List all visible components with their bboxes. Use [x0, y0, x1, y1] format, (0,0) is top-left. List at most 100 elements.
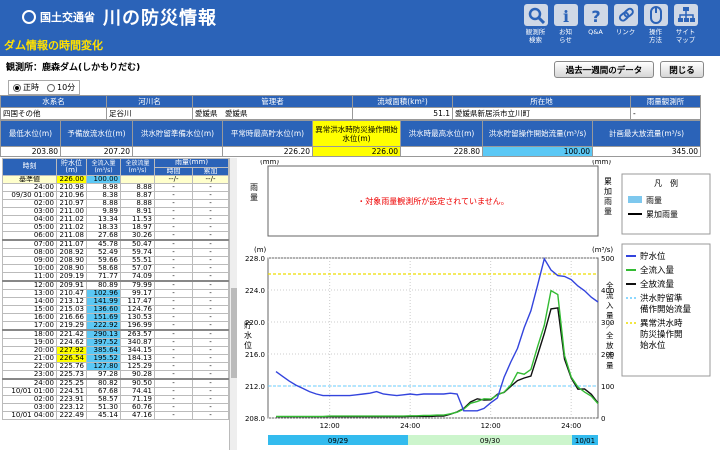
table-cell: 05:00	[2, 223, 57, 232]
table-cell: 80.82	[86, 378, 121, 388]
table-cell: 208.90	[56, 256, 87, 265]
table-cell: -	[191, 338, 230, 347]
nav-item-question[interactable]: ? Q&A	[583, 4, 608, 44]
info1-values-1: 足谷川	[106, 107, 193, 120]
radio-10min[interactable]: 10分	[47, 82, 75, 93]
table-cell: 11:00	[2, 272, 57, 282]
ytick-right: 0	[601, 415, 605, 423]
close-button[interactable]: 閉じる	[660, 61, 704, 78]
unit-left: (m)	[254, 246, 267, 254]
rain-unit-right: (mm)	[592, 160, 611, 166]
base-cell: 基準値	[2, 175, 57, 184]
table-cell: 225.73	[56, 370, 87, 380]
table-cell: -	[191, 199, 230, 208]
nav-item-sitemap[interactable]: サイト マップ	[673, 4, 698, 44]
brand[interactable]: 国土交通省 川の防災情報	[22, 4, 217, 30]
dam-chart: (mm) (mm)雨量累加雨量・対象雨量観測所が設定されていません。凡 例雨量累加…	[244, 158, 711, 445]
table-cell: -	[154, 313, 193, 322]
table-cell: -	[191, 256, 230, 265]
table-cell: -	[154, 264, 193, 273]
info1-headers-5: 雨量観測所	[630, 95, 701, 108]
legend-level: 貯水位	[640, 251, 666, 262]
nav-label: サイト マップ	[675, 28, 696, 44]
nav-item-mouse[interactable]: 操作 方法	[643, 4, 668, 44]
past-week-button[interactable]: 過去一週間のデータ	[554, 61, 654, 78]
table-cell: 8.88	[86, 199, 121, 208]
table-cell: 13.34	[86, 215, 121, 224]
table-cell: 15:00	[2, 305, 57, 314]
table-scrollbar[interactable]	[229, 158, 237, 450]
legend-abnormal: 異常洪水時	[640, 318, 683, 329]
col-time: 時刻	[2, 158, 57, 176]
table-row: 24:00 225.25 80.82 90.50- -	[2, 378, 230, 388]
table-cell: 219.29	[56, 321, 87, 331]
table-cell: -	[154, 231, 193, 241]
table-cell: -	[191, 354, 230, 363]
hourly-data-table: 時刻 貯水位 (m) 全流入量 (m³/s) 全放流量 (m³/s) 雨量(mm…	[2, 158, 230, 420]
info1-values-5: -	[630, 107, 701, 120]
scroll-thumb[interactable]	[231, 288, 237, 378]
table-cell: -	[154, 395, 193, 404]
chart-area: (mm) (mm) 雨量累加雨量・対象雨量観測所が設定されていません。凡 例雨量 累加…	[242, 158, 712, 456]
table-cell: 9.89	[86, 207, 121, 216]
table-cell: 45.78	[86, 239, 121, 249]
table-cell: 213.12	[56, 297, 87, 306]
table-cell: 79.99	[120, 280, 155, 290]
table-cell: -	[191, 387, 230, 396]
table-cell: 211.07	[56, 239, 87, 249]
nav-item-link[interactable]: リンク	[613, 4, 638, 44]
table-cell: 209.91	[56, 280, 87, 290]
table-cell: 74.41	[120, 387, 155, 396]
info1-values-3: 51.1	[352, 107, 453, 120]
nav-item-info[interactable]: i お知 らせ	[553, 4, 578, 44]
nav-item-search[interactable]: 観測所 検索	[523, 4, 548, 44]
radio-10min-icon	[47, 83, 55, 92]
ytick-right: 500	[601, 255, 614, 263]
table-cell: -	[154, 346, 193, 355]
table-cell: 290.13	[86, 329, 121, 339]
ytick-right: 300	[601, 319, 614, 327]
table-cell: 210.98	[56, 183, 87, 192]
table-cell: 130.53	[120, 313, 155, 322]
info1-headers-2: 管理者	[192, 95, 353, 108]
dam-spec-table: 最低水位(m) 予備放流水位(m) 洪水貯留準備水位(m) 平常時最高貯水位(m) 異常…	[0, 120, 701, 157]
table-cell: 195.52	[86, 354, 121, 363]
base-cell: 226.00	[56, 175, 87, 184]
table-cell: 210.96	[56, 191, 87, 200]
table-cell: -	[191, 346, 230, 355]
table-cell: -	[154, 191, 193, 200]
date-band-label: 09/30	[480, 437, 500, 445]
info2-values-0: 203.80	[0, 146, 61, 157]
rain-label-right: 雨	[604, 197, 612, 206]
table-cell: 60.76	[120, 403, 155, 412]
ytick-left: 224.0	[245, 287, 265, 295]
table-row: 08:00 208.92 52.49 59.74- -	[2, 248, 230, 257]
info2-headers-0: 最低水位(m)	[0, 120, 61, 147]
table-cell: 74.09	[120, 272, 155, 282]
base-cell: --/-	[191, 175, 230, 184]
table-cell: 216.66	[56, 313, 87, 322]
table-cell: 127.80	[86, 362, 121, 371]
table-row: 18:00 221.42 290.13 263.57- -	[2, 329, 230, 339]
table-cell: -	[191, 395, 230, 404]
table-cell: 03:00	[2, 207, 57, 216]
base-cell	[120, 175, 155, 184]
table-cell: 124.76	[120, 305, 155, 314]
table-cell: 211.00	[56, 207, 87, 216]
table-cell: 47.16	[120, 411, 155, 420]
ytick-right: 400	[601, 287, 614, 295]
table-cell: 80.89	[86, 280, 121, 290]
table-cell: 59.66	[86, 256, 121, 265]
table-cell: -	[191, 272, 230, 282]
ylabel-right: 量	[606, 361, 614, 370]
xtick: 24:00	[561, 422, 581, 430]
table-cell: -	[154, 239, 193, 249]
table-cell: -	[154, 248, 193, 257]
table-cell: -	[191, 321, 230, 331]
table-cell: -	[154, 354, 193, 363]
table-cell: 215.03	[56, 305, 87, 314]
radio-hourly[interactable]: 正時	[13, 82, 39, 93]
table-cell: -	[154, 280, 193, 290]
table-cell: 10:00	[2, 264, 57, 273]
info1-headers-0: 水系名	[0, 95, 107, 108]
